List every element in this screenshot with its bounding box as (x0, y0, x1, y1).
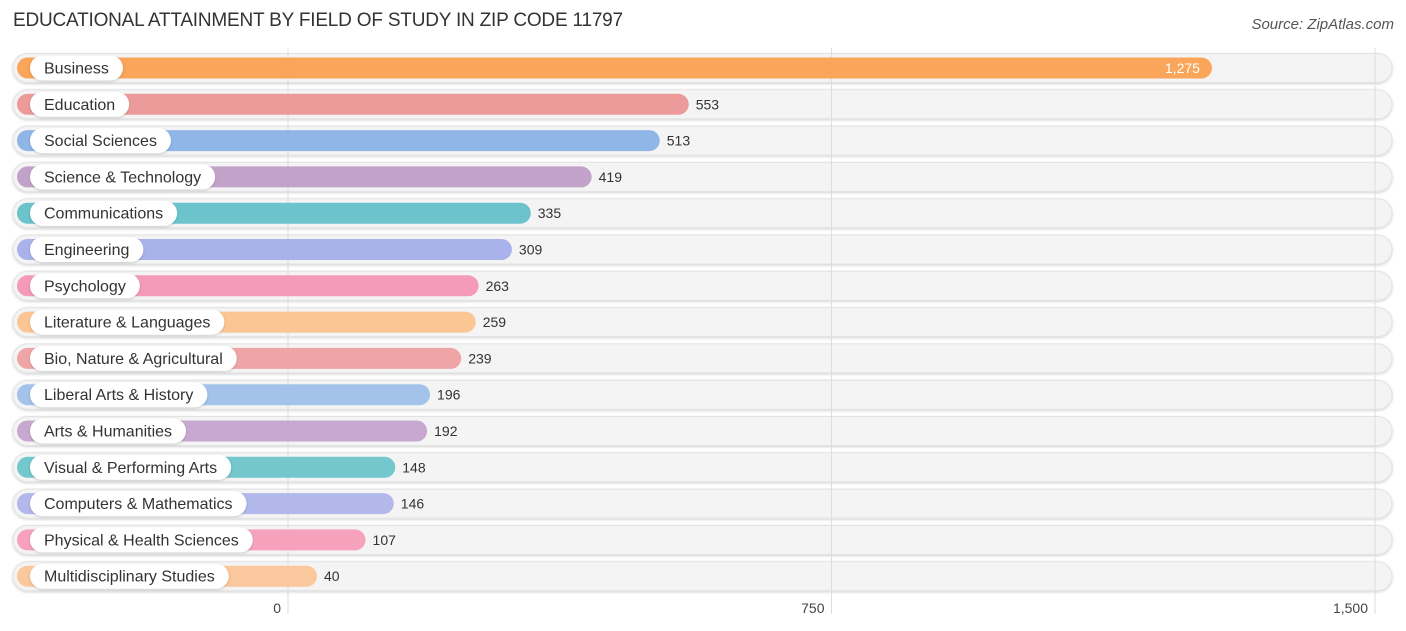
category-label: Multidisciplinary Studies (44, 569, 215, 586)
bar-row: Education 553 (17, 91, 720, 117)
category-label: Engineering (44, 242, 129, 259)
bar-row: Engineering 309 (17, 237, 542, 262)
value-label: 419 (599, 169, 623, 185)
value-label: 107 (373, 532, 397, 548)
category-label: Social Sciences (44, 133, 157, 150)
category-label: Computers & Mathematics (44, 496, 233, 513)
bar (17, 57, 1212, 79)
bar-row: Literature & Languages 259 (17, 309, 507, 335)
bar-row: Communications 335 (17, 200, 562, 226)
value-label: 148 (402, 459, 426, 475)
value-label: 192 (434, 423, 458, 439)
category-label: Visual & Performing Arts (44, 460, 217, 477)
category-label: Bio, Nature & Agricultural (44, 351, 223, 368)
category-label: Science & Technology (44, 169, 201, 186)
category-label: Liberal Arts & History (44, 387, 193, 404)
category-label: Communications (44, 206, 163, 223)
x-tick-label: 0 (273, 600, 281, 616)
category-label: Business (44, 61, 109, 78)
value-label: 263 (486, 278, 510, 294)
value-label: 309 (519, 242, 543, 258)
bar-chart: Business 1,275 Education 553 Social Sciences… (12, 48, 1393, 616)
value-label: 40 (324, 568, 340, 584)
category-label: Arts & Humanities (44, 424, 172, 441)
value-label: 1,275 (1165, 60, 1200, 76)
bar-row: Computers & Mathematics 146 (17, 491, 425, 517)
bar-row: Business 1,275 (17, 55, 1212, 81)
value-label: 146 (401, 496, 425, 512)
value-label: 335 (538, 205, 562, 221)
bar-row: Physical & Health Sciences 107 (17, 527, 397, 553)
bar-row: Arts & Humanities 192 (17, 418, 458, 444)
x-tick-label: 750 (801, 600, 825, 616)
value-label: 553 (696, 96, 720, 112)
bar-row: Multidisciplinary Studies 40 (17, 563, 340, 589)
bar-row: Science & Technology 419 (17, 164, 623, 190)
value-label: 196 (437, 387, 461, 403)
category-label: Education (44, 97, 115, 114)
category-label: Physical & Health Sciences (44, 532, 239, 549)
category-label: Psychology (44, 278, 126, 295)
value-label: 259 (483, 314, 507, 330)
bar-row: Visual & Performing Arts 148 (17, 454, 426, 480)
value-label: 239 (468, 350, 492, 366)
bar-row: Social Sciences 513 (17, 128, 691, 154)
bar-row: Psychology 263 (17, 273, 510, 299)
bar-row: Liberal Arts & History 196 (17, 382, 461, 408)
value-label: 513 (667, 133, 691, 149)
category-label: Literature & Languages (44, 315, 210, 332)
bar-row: Bio, Nature & Agricultural 239 (17, 345, 492, 371)
x-tick-label: 1,500 (1333, 600, 1368, 616)
